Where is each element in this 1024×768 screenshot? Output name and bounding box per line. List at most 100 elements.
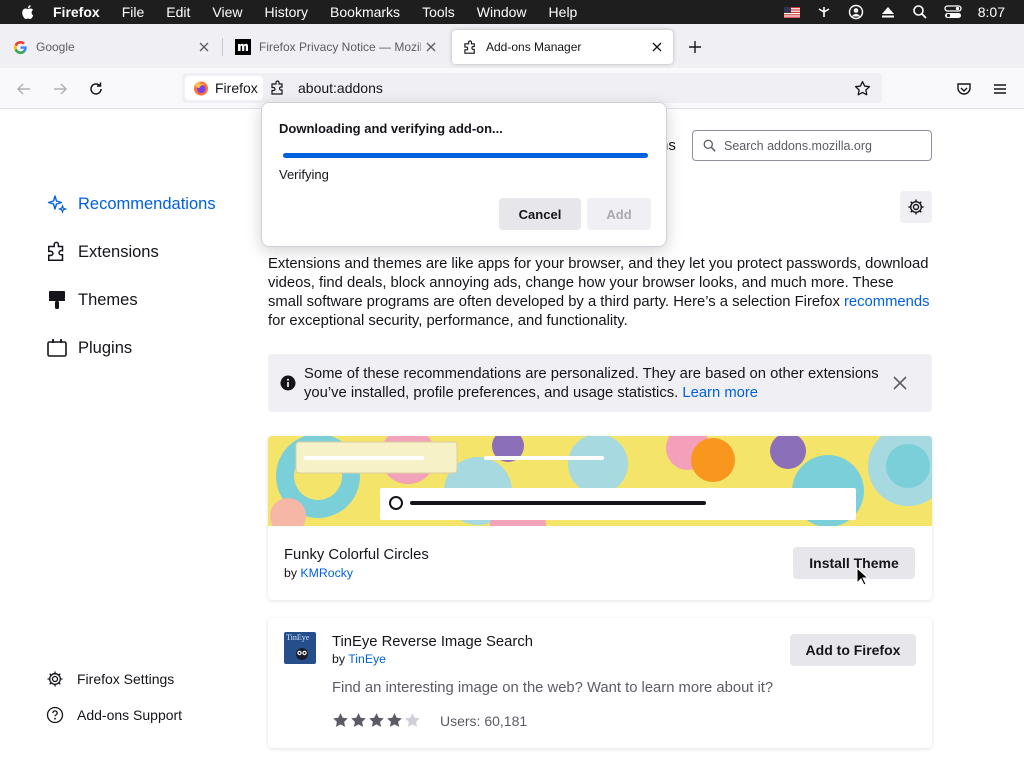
download-progress-bar [283,153,648,158]
menu-view[interactable]: View [212,4,242,20]
install-theme-button[interactable]: Install Theme [793,547,915,579]
user-count: Users: 60,181 [440,713,528,729]
menu-window[interactable]: Window [477,4,527,20]
macos-menu-bar: Firefox File Edit View History Bookmarks… [0,0,1024,24]
search-input[interactable]: Search addons.mozilla.org [692,130,932,161]
sidebar-footer-label: Add-ons Support [77,707,183,723]
hamburger-menu-icon[interactable] [988,77,1012,101]
sidebar-item-themes[interactable]: Themes [46,286,138,314]
sidebar-item-label: Themes [78,290,138,309]
sidebar-addons-support[interactable]: Add-ons Support [46,704,182,726]
star-filled-icon [351,713,366,727]
new-tab-button[interactable] [684,36,706,58]
star-empty-icon [405,713,420,727]
star-filled-icon [387,713,402,727]
firefox-logo-icon [194,81,208,96]
theme-author-line: by KMRocky [284,566,353,580]
mozilla-icon [235,39,251,55]
add-to-firefox-button[interactable]: Add to Firefox [790,634,916,666]
addons-settings-button[interactable] [900,191,932,223]
network-icon[interactable] [816,4,832,20]
recommendations-intro: Extensions and themes are like apps for … [268,255,932,331]
extension-author-link[interactable]: TinEye [348,652,386,666]
addons-icon [462,39,478,55]
control-center-icon[interactable] [944,4,962,20]
addon-install-popup: Downloading and verifying add-on... Veri… [261,102,667,247]
help-icon [46,706,64,724]
close-icon[interactable] [892,375,908,391]
sidebar-footer-label: Firefox Settings [77,671,175,687]
recommends-link[interactable]: recommends [844,294,930,310]
menu-app-name[interactable]: Firefox [53,4,100,20]
menu-tools[interactable]: Tools [422,4,455,20]
progress-fill [283,153,648,158]
close-tab-icon[interactable] [421,37,441,57]
theme-card: Funky Colorful Circles by KMRocky Instal… [268,436,932,600]
menu-edit[interactable]: Edit [166,4,190,20]
intro-text: Extensions and themes are like apps for … [268,256,929,310]
notice-message: Some of these recommendations are person… [304,365,884,403]
mouse-cursor-icon [856,567,870,586]
tab-title: Google [36,40,75,54]
tab-addons-manager[interactable]: Add-ons Manager [452,30,673,64]
sidebar-item-plugins[interactable]: Plugins [46,334,132,362]
tab-google[interactable]: Google [2,30,220,64]
cancel-button[interactable]: Cancel [499,198,581,230]
star-filled-icon [369,713,384,727]
extension-author-line: by TinEye [332,652,386,666]
tab-mozilla-privacy[interactable]: Firefox Privacy Notice — Mozilla [225,30,447,64]
theme-preview-image [268,436,932,526]
search-icon [702,139,716,153]
puzzle-icon [46,241,68,263]
theme-author-link[interactable]: KMRocky [300,566,353,580]
sidebar-item-label: Extensions [78,242,159,261]
theme-name: Funky Colorful Circles [284,547,429,563]
menu-history[interactable]: History [264,4,308,20]
tineye-logo-icon: TinEye [284,632,316,664]
intro-text-end: for exceptional security, performance, a… [268,313,628,329]
back-button[interactable] [12,77,36,101]
sidebar-item-recommendations[interactable]: Recommendations [46,190,216,218]
close-tab-icon[interactable] [647,37,667,57]
by-label: by [332,652,349,666]
pocket-icon[interactable] [952,77,976,101]
sidebar-item-extensions[interactable]: Extensions [46,238,159,266]
tab-title: Add-ons Manager [486,40,582,54]
menubar-clock[interactable]: 8:07 [978,4,1005,20]
sidebar-item-label: Plugins [78,338,133,357]
extension-card: TinEye TinEye Reverse Image Search by Ti… [268,618,932,748]
spotlight-search-icon[interactable] [912,4,928,20]
extension-name: TinEye Reverse Image Search [332,634,533,650]
user-account-icon[interactable] [848,4,864,20]
reload-button[interactable] [84,77,108,101]
bookmark-star-icon[interactable] [852,78,872,98]
add-button[interactable]: Add [587,198,651,230]
brush-icon [46,289,68,311]
url-text[interactable]: about:addons [298,80,383,96]
popup-title: Downloading and verifying add-on... [279,121,503,136]
identity-label: Firefox [215,80,258,96]
sidebar-item-label: Recommendations [78,194,216,213]
popup-status: Verifying [279,167,329,182]
search-placeholder: Search addons.mozilla.org [724,138,872,153]
identity-box[interactable]: Firefox [185,76,263,100]
gear-icon [46,670,64,688]
by-label: by [284,566,301,580]
plugin-icon [46,337,68,359]
tab-separator [222,38,223,56]
learn-more-link[interactable]: Learn more [682,385,758,401]
extension-puzzle-icon[interactable] [268,78,288,98]
close-tab-icon[interactable] [194,37,214,57]
menu-file[interactable]: File [122,4,145,20]
eject-icon[interactable] [880,4,896,20]
us-flag-icon[interactable] [783,6,800,18]
menu-bookmarks[interactable]: Bookmarks [330,4,400,20]
notice-text: Some of these recommendations are person… [304,366,879,401]
sidebar-firefox-settings[interactable]: Firefox Settings [46,668,174,690]
info-icon [280,375,296,391]
forward-button[interactable] [48,77,72,101]
url-bar[interactable]: Firefox about:addons [182,73,882,103]
menu-help[interactable]: Help [549,4,578,20]
personalization-notice: Some of these recommendations are person… [268,354,932,412]
apple-icon[interactable] [19,3,37,21]
